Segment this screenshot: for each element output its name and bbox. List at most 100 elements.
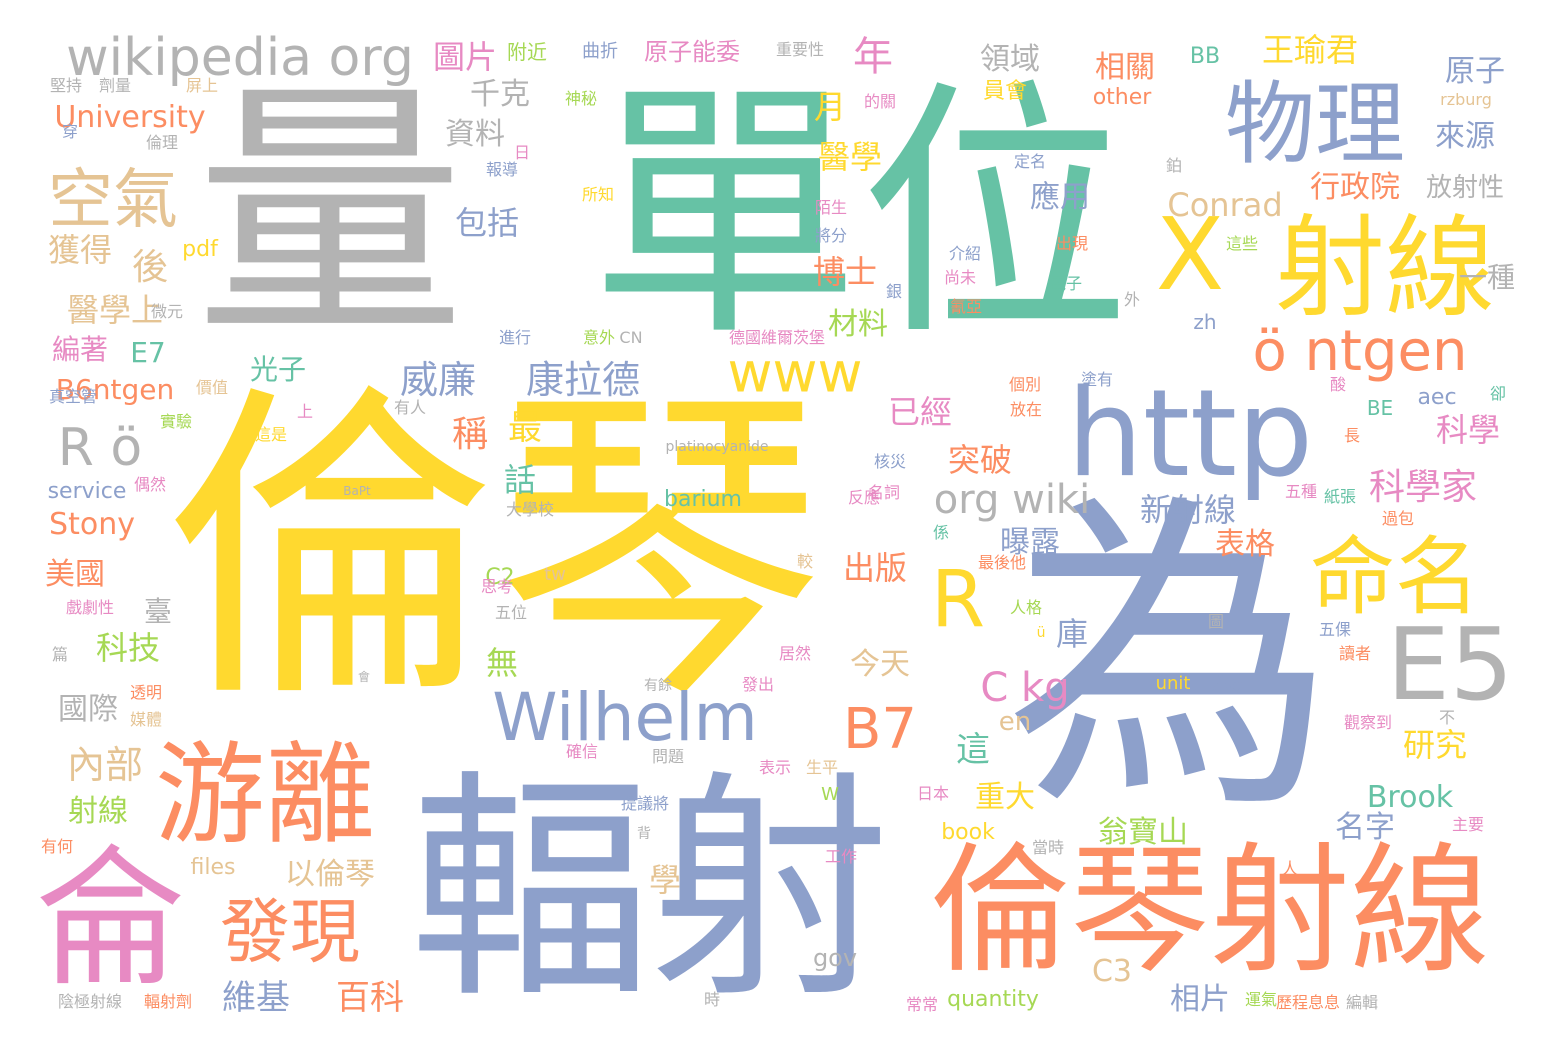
word: BaPt [343, 484, 371, 498]
word: BE [1366, 396, 1394, 420]
word: 領域 [980, 42, 1040, 77]
word: E7 [130, 336, 166, 369]
word: 運氣 [1244, 990, 1278, 1009]
word: 百科 [336, 978, 404, 1018]
word: E5 [1386, 606, 1514, 723]
word: 資料 [445, 117, 505, 152]
word: 出現 [1055, 234, 1089, 253]
word: 會 [357, 670, 371, 684]
word: pdf [182, 237, 218, 262]
word: CN [619, 328, 643, 347]
word: 問題 [651, 747, 685, 766]
word: 倫琴射線 [929, 830, 1491, 993]
word: 塗有 [1080, 370, 1114, 389]
word: 發出 [741, 675, 775, 694]
word: 出版 [842, 549, 908, 587]
word: 長 [1343, 426, 1361, 445]
word: 行政院 [1310, 170, 1400, 205]
word: 重大 [975, 780, 1035, 815]
word: book [941, 820, 995, 845]
word: 今天 [850, 647, 910, 682]
word: A6 [1212, 670, 1244, 698]
word: gov [812, 944, 858, 972]
word: platinocyanide [665, 439, 769, 455]
word: 居然 [778, 644, 812, 663]
word: 放在 [1009, 400, 1043, 419]
word: 介紹 [948, 244, 982, 263]
word: 編輯 [1345, 993, 1379, 1012]
word: 提議將 [620, 794, 670, 813]
word: 常常 [905, 995, 939, 1014]
word: 有餘 [644, 678, 672, 694]
word: 尚未 [943, 268, 977, 287]
word: 康拉德 [525, 358, 641, 402]
word: 相片 [1170, 982, 1230, 1017]
word: 外 [1123, 290, 1141, 309]
word: 個別 [1008, 375, 1042, 394]
word: 確信 [565, 742, 599, 761]
word: Brook [1366, 780, 1454, 815]
word: BB [1189, 44, 1221, 69]
word: 量 [195, 57, 465, 372]
word: 透明 [129, 683, 163, 702]
word: 陰極射線 [57, 992, 123, 1011]
word: 五倮 [1318, 620, 1352, 639]
word: 圖片 [432, 38, 498, 76]
word: files [190, 855, 236, 880]
word: zh [1193, 310, 1217, 334]
word: 上 [296, 402, 314, 421]
word: 讀者 [1338, 644, 1372, 663]
word: 應用 [1030, 180, 1090, 215]
word: 游離 [155, 731, 375, 859]
word: 反應 [847, 488, 881, 507]
word: 背 [637, 826, 651, 842]
word: 五種 [1284, 482, 1318, 501]
word: 所知 [581, 185, 615, 204]
word: 圖 [1207, 612, 1225, 631]
word: 日本 [916, 784, 950, 803]
word-cloud: 倫琴 單位 量 為 輻射 倫琴射線 http 射線 物理 X 侖 游離 E5 w… [0, 0, 1548, 1052]
word: 表示 [758, 758, 792, 777]
word: 媒體 [129, 710, 163, 729]
word: 年 [853, 34, 893, 80]
word: 這 [956, 730, 990, 770]
word: 鉑 [1165, 156, 1183, 175]
word: 物理 [1225, 72, 1405, 177]
word: 後 [131, 247, 169, 288]
word: 將分 [814, 226, 848, 245]
word: 新射線 [1139, 491, 1237, 529]
word: 生平 [805, 758, 839, 777]
word: 千克 [470, 77, 530, 112]
word: 真空管 [48, 387, 98, 406]
word: 無 [485, 644, 519, 682]
word: www [727, 340, 863, 405]
word: 原子能委 [644, 38, 740, 66]
word: 命名 [1309, 528, 1481, 628]
word: 大學校 [505, 500, 555, 519]
word: 堅持 [49, 76, 83, 95]
word: 戲劇性 [65, 598, 115, 617]
word: 內部 [66, 743, 144, 787]
word: 時 [703, 990, 721, 1009]
word: 觀察到 [1343, 713, 1393, 732]
word: 紙張 [1323, 487, 1357, 506]
word: 話 [503, 461, 537, 499]
word: 博士 [812, 253, 878, 291]
word: 材料 [828, 307, 888, 342]
word: 維基 [222, 978, 290, 1018]
word: B7 [842, 697, 918, 762]
word: 係 [932, 523, 950, 542]
word: 不 [1438, 708, 1456, 727]
word: tw [544, 564, 566, 585]
word: C3 [1091, 954, 1133, 989]
word: 臺 [143, 595, 173, 628]
word: 的關 [863, 92, 897, 111]
word: ö ntgen [1252, 319, 1468, 384]
word: other [1092, 85, 1152, 110]
word: 這是 [254, 425, 288, 444]
word: aec [1417, 385, 1457, 410]
word: 有何 [40, 837, 74, 856]
word: 價值 [195, 378, 229, 397]
word: 名字 [1335, 810, 1395, 845]
word: 已經 [887, 393, 953, 431]
